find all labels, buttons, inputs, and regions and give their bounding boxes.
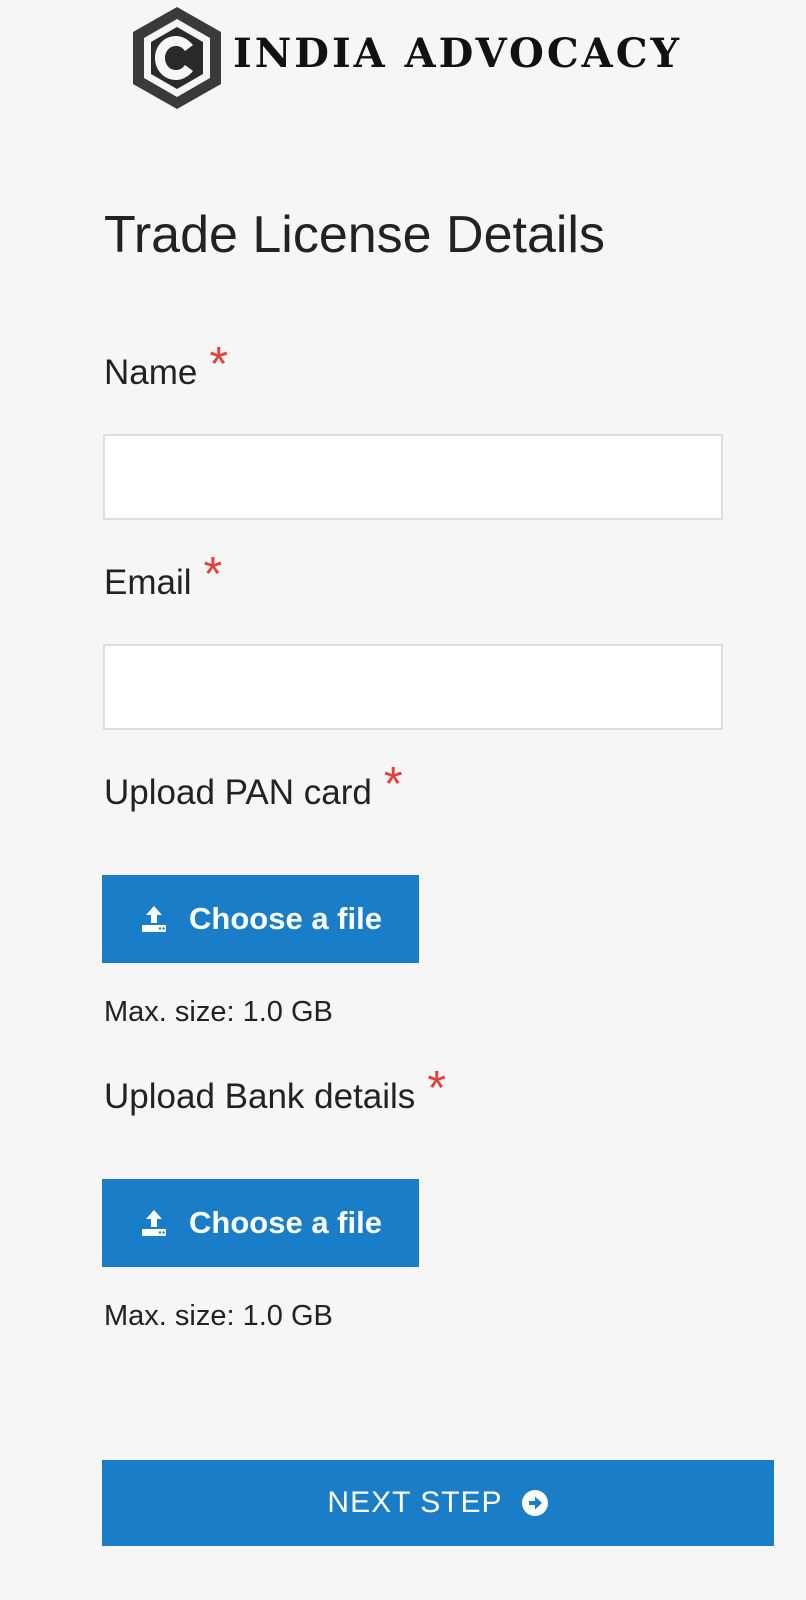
pan-card-size-note: Max. size: 1.0 GB <box>104 996 333 1028</box>
bank-details-size-note: Max. size: 1.0 GB <box>104 1300 333 1332</box>
next-step-label: NEXT STEP <box>327 1486 503 1519</box>
name-label: Name * <box>104 341 228 393</box>
email-label: Email * <box>104 551 222 603</box>
brand-name: INDIA ADVOCACY <box>233 30 683 77</box>
name-input[interactable] <box>103 434 723 520</box>
upload-icon <box>142 1210 167 1236</box>
next-step-button[interactable]: NEXT STEP <box>102 1460 774 1546</box>
pan-card-label: Upload PAN card * <box>104 761 403 813</box>
bank-details-choose-file-label: Choose a file <box>189 1205 382 1240</box>
pan-card-choose-file-label: Choose a file <box>189 901 382 936</box>
email-input[interactable] <box>103 644 723 730</box>
upload-icon <box>142 906 167 932</box>
required-star: * <box>383 758 403 811</box>
brand-logo[interactable]: INDIA ADVOCACY <box>127 0 687 115</box>
name-label-text: Name <box>104 353 198 392</box>
arrow-circle-right-icon <box>521 1490 548 1516</box>
page-title: Trade License Details <box>104 206 605 264</box>
bank-details-choose-file-button[interactable]: Choose a file <box>102 1179 419 1267</box>
bank-details-label: Upload Bank details * <box>104 1065 446 1117</box>
email-label-text: Email <box>104 563 192 602</box>
bank-details-label-text: Upload Bank details <box>104 1077 416 1116</box>
pan-card-label-text: Upload PAN card <box>104 773 372 812</box>
required-star: * <box>203 548 223 601</box>
required-star: * <box>427 1062 446 1115</box>
logo-hexagon-c-icon <box>133 6 221 109</box>
pan-card-choose-file-button[interactable]: Choose a file <box>102 875 419 963</box>
required-star: * <box>209 338 229 391</box>
